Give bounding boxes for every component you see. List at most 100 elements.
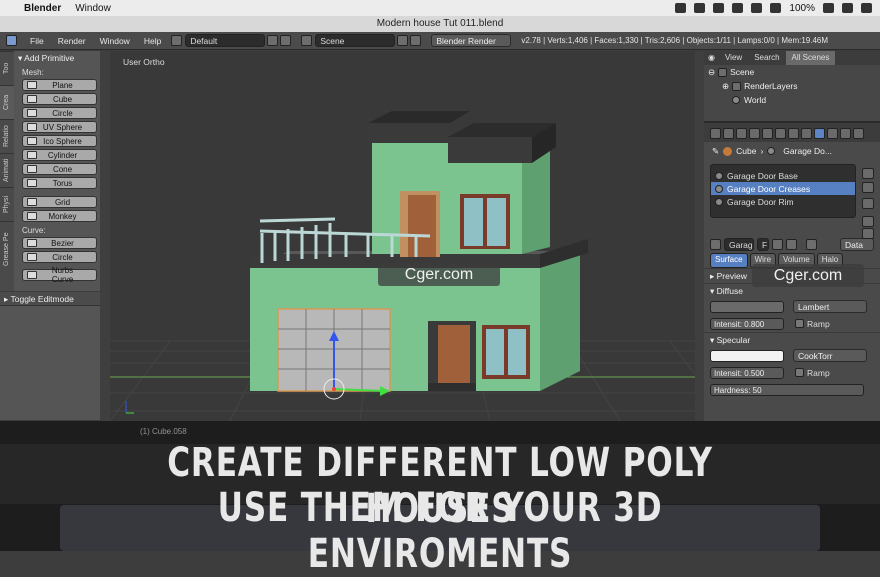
specular-shader-dropdown[interactable]: CookTorr bbox=[793, 349, 867, 362]
slot-add-button[interactable] bbox=[862, 168, 874, 179]
specular-color-swatch[interactable] bbox=[710, 349, 784, 362]
material-add-icon[interactable] bbox=[772, 239, 783, 250]
modifiers-tab-icon[interactable] bbox=[788, 127, 799, 139]
slot-move-up-button[interactable] bbox=[862, 216, 874, 227]
particles-tab-icon[interactable] bbox=[840, 127, 851, 139]
tab-grease-pencil[interactable]: Grease Pe bbox=[0, 221, 14, 277]
add-circle-button[interactable]: Circle bbox=[22, 107, 97, 119]
material-fake-user[interactable]: F bbox=[757, 238, 769, 251]
record-icon[interactable] bbox=[694, 3, 706, 13]
subtab-surface[interactable]: Surface bbox=[710, 253, 748, 268]
outliner-tab-all-scenes[interactable]: All Scenes bbox=[785, 51, 836, 65]
search-icon[interactable] bbox=[842, 3, 853, 13]
specular-ramp-checkbox[interactable] bbox=[795, 368, 804, 377]
battery-icon[interactable] bbox=[823, 3, 834, 13]
outliner-row-scene[interactable]: ⊖ Scene bbox=[704, 65, 880, 79]
battery-percent[interactable]: 100% bbox=[789, 3, 815, 14]
scene-tab-icon[interactable] bbox=[736, 127, 747, 139]
outliner-tab-search[interactable]: Search bbox=[748, 51, 785, 65]
add-nurbs-curve-button[interactable]: Nurbs Curve bbox=[22, 266, 97, 284]
scene-remove-icon[interactable] bbox=[410, 35, 422, 46]
outliner-view-icon[interactable]: ◉ bbox=[704, 51, 719, 65]
data-tab-icon[interactable] bbox=[801, 127, 812, 139]
tab-tools[interactable]: Too bbox=[0, 51, 14, 85]
clock-icon[interactable] bbox=[713, 3, 725, 13]
scene-icon[interactable] bbox=[301, 35, 313, 46]
material-browse-icon[interactable] bbox=[710, 239, 721, 250]
texture-tab-icon[interactable] bbox=[827, 127, 838, 139]
render-engine-dropdown[interactable]: Blender Render bbox=[431, 34, 512, 47]
window-menu[interactable]: Window bbox=[75, 3, 111, 14]
layout-icon[interactable] bbox=[171, 35, 183, 46]
diffuse-shader-dropdown[interactable]: Lambert bbox=[793, 300, 867, 313]
3d-viewport[interactable] bbox=[110, 51, 700, 421]
layers-tab-icon[interactable] bbox=[723, 127, 734, 139]
constraints-tab-icon[interactable] bbox=[775, 127, 786, 139]
app-menu[interactable]: Blender bbox=[24, 3, 61, 14]
toolshelf-panel: ▾ Add Primitive Mesh: Plane Cube Circle … bbox=[14, 51, 106, 291]
house-model[interactable] bbox=[250, 111, 588, 392]
add-monkey-button[interactable]: Monkey bbox=[22, 210, 97, 222]
wifi-icon[interactable] bbox=[751, 3, 763, 13]
layout-remove-icon[interactable] bbox=[280, 35, 292, 46]
specular-intensity-field[interactable]: Intensit: 0.500 bbox=[710, 366, 784, 379]
menu-render[interactable]: Render bbox=[51, 36, 93, 46]
diffuse-ramp-checkbox[interactable] bbox=[795, 319, 804, 328]
object-tab-icon[interactable] bbox=[762, 127, 773, 139]
menu-file[interactable]: File bbox=[23, 36, 51, 46]
material-unlink-icon[interactable] bbox=[786, 239, 797, 250]
material-slot-creases[interactable]: Garage Door Creases bbox=[711, 182, 855, 195]
info-header: File Render Window Help Default Scene Bl… bbox=[0, 32, 880, 50]
outliner-row-world[interactable]: World bbox=[704, 93, 880, 107]
material-slot-rim[interactable]: Garage Door Rim bbox=[711, 195, 855, 208]
scene-field[interactable]: Scene bbox=[315, 34, 396, 47]
add-torus-button[interactable]: Torus bbox=[22, 177, 97, 189]
material-name-field[interactable]: Garag bbox=[724, 238, 754, 251]
tab-physics[interactable]: Physi bbox=[0, 187, 14, 221]
pin-icon[interactable]: ✎ bbox=[712, 146, 719, 157]
add-primitive-heading[interactable]: ▾ Add Primitive bbox=[14, 51, 105, 66]
layout-add-icon[interactable] bbox=[267, 35, 279, 46]
link-icon[interactable] bbox=[806, 239, 817, 250]
screen-layout-field[interactable]: Default bbox=[185, 34, 266, 47]
outliner-tab-view[interactable]: View bbox=[719, 51, 748, 65]
add-bezier-button[interactable]: Bezier bbox=[22, 237, 97, 249]
material-tab-icon[interactable] bbox=[814, 127, 825, 139]
list-icon[interactable] bbox=[861, 3, 872, 13]
creative-cloud-icon[interactable] bbox=[675, 3, 687, 13]
tab-create[interactable]: Crea bbox=[0, 85, 14, 119]
physics-tab-icon[interactable] bbox=[853, 127, 864, 139]
slot-remove-button[interactable] bbox=[862, 182, 874, 193]
diffuse-intensity-field[interactable]: Intensit: 0.800 bbox=[710, 317, 784, 330]
add-ico-sphere-button[interactable]: Ico Sphere bbox=[22, 135, 97, 147]
slot-specials-button[interactable] bbox=[862, 198, 874, 209]
slot-move-down-button[interactable] bbox=[862, 228, 874, 239]
specular-panel-header[interactable]: ▾ Specular bbox=[704, 332, 880, 347]
specular-intensity-row: Intensit: 0.500 Ramp bbox=[704, 364, 880, 381]
toggle-editmode-panel[interactable]: ▸ Toggle Editmode bbox=[0, 292, 106, 306]
menu-help[interactable]: Help bbox=[137, 36, 168, 46]
add-grid-button[interactable]: Grid bbox=[22, 196, 97, 208]
add-cylinder-button[interactable]: Cylinder bbox=[22, 149, 97, 161]
add-cube-button[interactable]: Cube bbox=[22, 93, 97, 105]
link-data-dropdown[interactable]: Data bbox=[840, 238, 874, 251]
add-curve-circle-button[interactable]: Circle bbox=[22, 251, 97, 263]
add-cone-button[interactable]: Cone bbox=[22, 163, 97, 175]
bluetooth-icon[interactable] bbox=[732, 3, 744, 13]
tab-animation[interactable]: Animati bbox=[0, 153, 14, 187]
toolshelf-scrollbar[interactable] bbox=[100, 51, 110, 421]
viewport-right-border[interactable] bbox=[695, 51, 704, 421]
material-slot-base[interactable]: Garage Door Base bbox=[711, 169, 855, 182]
diffuse-color-swatch[interactable] bbox=[710, 300, 784, 313]
outliner-row-renderlayers[interactable]: ⊕ RenderLayers bbox=[704, 79, 880, 93]
render-tab-icon[interactable] bbox=[710, 127, 721, 139]
hardness-field[interactable]: Hardness: 50 bbox=[710, 383, 864, 396]
scene-add-icon[interactable] bbox=[397, 35, 409, 46]
add-uv-sphere-button[interactable]: UV Sphere bbox=[22, 121, 97, 133]
volume-icon[interactable] bbox=[770, 3, 782, 13]
editor-type-icon[interactable] bbox=[6, 35, 17, 46]
add-plane-button[interactable]: Plane bbox=[22, 79, 97, 91]
tab-relations[interactable]: Relatio bbox=[0, 119, 14, 153]
world-tab-icon[interactable] bbox=[749, 127, 760, 139]
menu-window[interactable]: Window bbox=[93, 36, 137, 46]
